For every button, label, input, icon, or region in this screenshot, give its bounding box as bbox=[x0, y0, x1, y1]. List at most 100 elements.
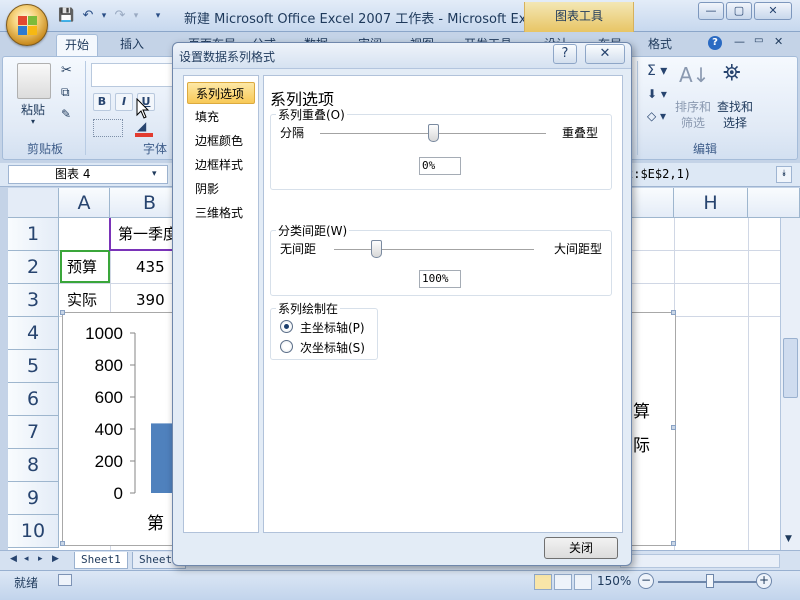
paste-button-label[interactable]: 粘贴 bbox=[21, 101, 45, 118]
sort-filter-button-label[interactable]: 排序和 筛选 bbox=[675, 99, 711, 131]
column-header-a[interactable]: A bbox=[59, 188, 110, 218]
fill-color-icon[interactable]: ◢ bbox=[135, 119, 157, 137]
column-header-i[interactable] bbox=[748, 188, 800, 218]
dialog-title-bar[interactable]: 设置数据系列格式 ? ✕ bbox=[173, 43, 631, 69]
secondary-axis-label[interactable]: 次坐标轴(S) bbox=[300, 339, 365, 356]
customize-qat-icon[interactable]: ▾ bbox=[150, 8, 166, 24]
chart-resize-handle[interactable] bbox=[60, 541, 65, 546]
chart-resize-handle[interactable] bbox=[671, 425, 676, 430]
nav-border-style[interactable]: 边框样式 bbox=[187, 154, 255, 176]
copy-icon[interactable]: ⧉ bbox=[61, 85, 70, 100]
row-header[interactable]: 8 bbox=[8, 449, 59, 482]
ribbon-close-icon[interactable]: ✕ bbox=[774, 35, 783, 48]
row-header[interactable]: 3 bbox=[8, 284, 59, 317]
cell-b1[interactable]: 第一季度 bbox=[118, 218, 178, 251]
fill-down-icon[interactable]: ⬇ ▾ bbox=[647, 87, 667, 101]
row-header[interactable]: 7 bbox=[8, 416, 59, 449]
horizontal-scrollbar[interactable] bbox=[620, 554, 780, 568]
primary-axis-label[interactable]: 主坐标轴(P) bbox=[300, 319, 365, 336]
redo-dropdown-icon[interactable]: ▾ bbox=[128, 8, 144, 24]
macro-record-icon[interactable] bbox=[58, 574, 72, 586]
zoom-out-icon[interactable]: − bbox=[638, 573, 654, 589]
row-header[interactable]: 10 bbox=[8, 515, 59, 548]
zoom-level[interactable]: 150% bbox=[597, 574, 631, 588]
font-name-box[interactable] bbox=[91, 63, 173, 87]
italic-button[interactable]: I bbox=[115, 93, 133, 111]
primary-axis-radio[interactable] bbox=[280, 320, 293, 333]
secondary-axis-radio[interactable] bbox=[280, 340, 293, 353]
vertical-scrollbar[interactable]: ▼ bbox=[780, 218, 800, 550]
paste-icon[interactable] bbox=[17, 63, 51, 99]
sort-filter-icon[interactable]: A↓ bbox=[679, 63, 709, 87]
column-header-h[interactable]: H bbox=[674, 188, 748, 218]
zoom-in-icon[interactable]: + bbox=[756, 573, 772, 589]
row-header[interactable]: 1 bbox=[8, 218, 59, 251]
ribbon-minimize-icon[interactable]: — bbox=[734, 35, 745, 48]
chart-resize-handle[interactable] bbox=[671, 310, 676, 315]
legend-entry-2[interactable]: 际 bbox=[633, 431, 650, 456]
select-all-corner[interactable] bbox=[8, 188, 59, 218]
autosum-icon[interactable]: Σ ▾ bbox=[647, 63, 667, 79]
scroll-down-icon[interactable]: ▼ bbox=[785, 534, 792, 544]
find-select-button-label[interactable]: 查找和 选择 bbox=[717, 99, 753, 131]
undo-icon[interactable]: ↶ bbox=[80, 8, 96, 24]
last-sheet-icon[interactable]: ▶ bbox=[52, 554, 62, 564]
cell-b2[interactable]: 435 bbox=[136, 251, 165, 284]
nav-border-color[interactable]: 边框颜色 bbox=[187, 130, 255, 152]
cell-a2[interactable]: 预算 bbox=[67, 251, 97, 284]
page-break-view-icon[interactable] bbox=[574, 574, 592, 590]
format-painter-icon[interactable]: ✎ bbox=[61, 107, 71, 121]
mouse-cursor-icon bbox=[136, 98, 150, 119]
next-sheet-icon[interactable]: ▸ bbox=[38, 554, 48, 564]
paste-dropdown-icon[interactable]: ▾ bbox=[31, 117, 35, 126]
bold-button[interactable]: B bbox=[93, 93, 111, 111]
row-header[interactable]: 2 bbox=[8, 251, 59, 284]
row-header[interactable]: 9 bbox=[8, 482, 59, 515]
tab-insert[interactable]: 插入 bbox=[112, 34, 152, 56]
row-header[interactable]: 4 bbox=[8, 317, 59, 350]
clear-icon[interactable]: ◇ ▾ bbox=[647, 109, 666, 123]
overlap-slider-thumb[interactable] bbox=[428, 124, 439, 142]
dialog-close-icon[interactable]: ✕ bbox=[585, 44, 625, 64]
cut-icon[interactable]: ✂ bbox=[61, 63, 72, 78]
redo-icon[interactable]: ↷ bbox=[112, 8, 128, 24]
nav-series-options[interactable]: 系列选项 bbox=[187, 82, 255, 104]
minimize-button[interactable]: — bbox=[698, 2, 724, 20]
row-header[interactable]: 5 bbox=[8, 350, 59, 383]
prev-sheet-icon[interactable]: ◂ bbox=[24, 554, 34, 564]
legend-entry-1[interactable]: 算 bbox=[633, 397, 650, 422]
close-button[interactable]: 关闭 bbox=[544, 537, 618, 559]
binoculars-icon[interactable]: ⛯ bbox=[723, 61, 741, 86]
first-sheet-icon[interactable]: ◀ bbox=[10, 554, 20, 564]
name-box[interactable]: 图表 4 bbox=[8, 165, 168, 184]
tab-home[interactable]: 开始 bbox=[56, 34, 99, 56]
close-window-button[interactable]: ✕ bbox=[754, 2, 792, 20]
gap-slider-thumb[interactable] bbox=[371, 240, 382, 258]
sheet-tab-sheet1[interactable]: Sheet1 bbox=[74, 552, 128, 569]
ribbon-restore-icon[interactable]: ▭ bbox=[754, 35, 763, 46]
name-box-dropdown-icon[interactable]: ▾ bbox=[152, 169, 157, 179]
save-icon[interactable]: 💾 bbox=[58, 8, 74, 24]
help-icon[interactable]: ? bbox=[708, 36, 722, 50]
maximize-button[interactable]: ▢ bbox=[726, 2, 752, 20]
border-icon[interactable] bbox=[93, 119, 123, 137]
chart-resize-handle[interactable] bbox=[671, 541, 676, 546]
gap-input[interactable]: 100% bbox=[419, 270, 461, 288]
row-header[interactable]: 6 bbox=[8, 383, 59, 416]
chart-resize-handle[interactable] bbox=[60, 310, 65, 315]
scroll-thumb[interactable] bbox=[783, 338, 798, 398]
office-button[interactable] bbox=[6, 4, 48, 46]
zoom-slider-thumb[interactable] bbox=[706, 574, 714, 588]
overlap-input[interactable]: 0% bbox=[419, 157, 461, 175]
nav-shadow[interactable]: 阴影 bbox=[187, 178, 255, 200]
formula-input[interactable]: 2:$E$2,1) bbox=[626, 167, 691, 181]
normal-view-icon[interactable] bbox=[534, 574, 552, 590]
undo-dropdown-icon[interactable]: ▾ bbox=[96, 8, 112, 24]
gap-slider[interactable] bbox=[334, 249, 534, 251]
page-layout-view-icon[interactable] bbox=[554, 574, 572, 590]
tab-format[interactable]: 格式 bbox=[640, 34, 680, 56]
expand-formula-bar-icon[interactable]: ⯯ bbox=[776, 166, 792, 183]
dialog-help-button[interactable]: ? bbox=[553, 44, 577, 64]
nav-fill[interactable]: 填充 bbox=[187, 106, 255, 128]
nav-3d-format[interactable]: 三维格式 bbox=[187, 202, 255, 224]
